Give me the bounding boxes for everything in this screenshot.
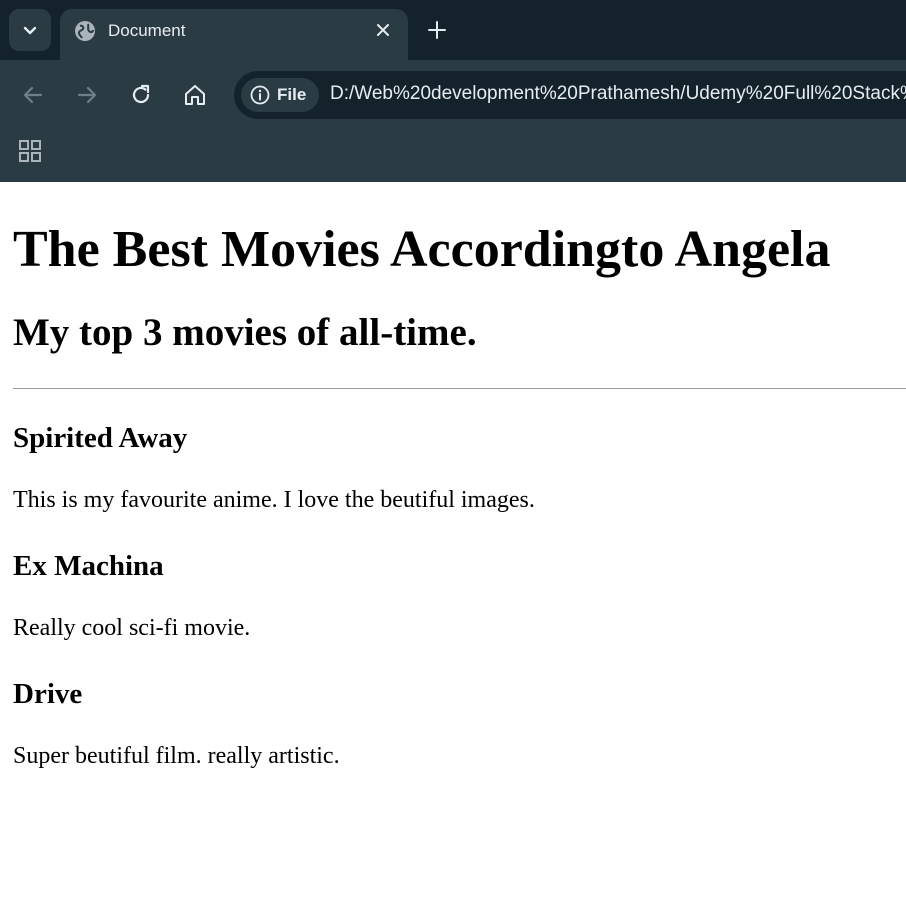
page-content: The Best Movies Accordingto Angela My to… <box>0 182 906 771</box>
globe-icon <box>75 21 95 41</box>
site-chip-label: File <box>277 85 307 104</box>
toolbar: File D:/Web%20development%20Prathamesh/U… <box>0 60 906 130</box>
reload-icon[interactable] <box>128 82 154 108</box>
bookmarks-bar <box>0 130 906 182</box>
plus-icon[interactable] <box>426 19 448 41</box>
movie-title: Spirited Away <box>13 422 188 454</box>
movie-description: Really cool sci-fi movie. <box>13 615 251 641</box>
info-icon <box>250 85 270 105</box>
tab-title: Document <box>108 21 186 40</box>
site-info-chip[interactable]: File <box>241 78 319 112</box>
home-icon[interactable] <box>182 82 208 108</box>
movie-title: Ex Machina <box>13 550 164 582</box>
forward-arrow-icon[interactable] <box>74 82 100 108</box>
page-title: The Best Movies Accordingto Angela <box>13 221 831 278</box>
close-icon[interactable] <box>374 21 392 39</box>
page-subtitle: My top 3 movies of all-time. <box>13 311 477 354</box>
tab-search-button[interactable] <box>9 9 51 51</box>
back-arrow-icon[interactable] <box>20 82 46 108</box>
movie-description: Super beutiful film. really artistic. <box>13 743 340 769</box>
chevron-down-icon <box>23 26 37 35</box>
tab-document[interactable]: Document <box>60 9 408 60</box>
url-text[interactable]: D:/Web%20development%20Prathamesh/Udemy%… <box>330 83 906 105</box>
apps-grid-icon[interactable] <box>17 138 43 164</box>
tab-strip: Document <box>0 0 906 60</box>
movie-description: This is my favourite anime. I love the b… <box>13 487 535 513</box>
address-bar[interactable]: File D:/Web%20development%20Prathamesh/U… <box>234 71 906 119</box>
browser-chrome: Document File D:/Web%20development%20Pra… <box>0 0 906 182</box>
movie-title: Drive <box>13 678 83 710</box>
